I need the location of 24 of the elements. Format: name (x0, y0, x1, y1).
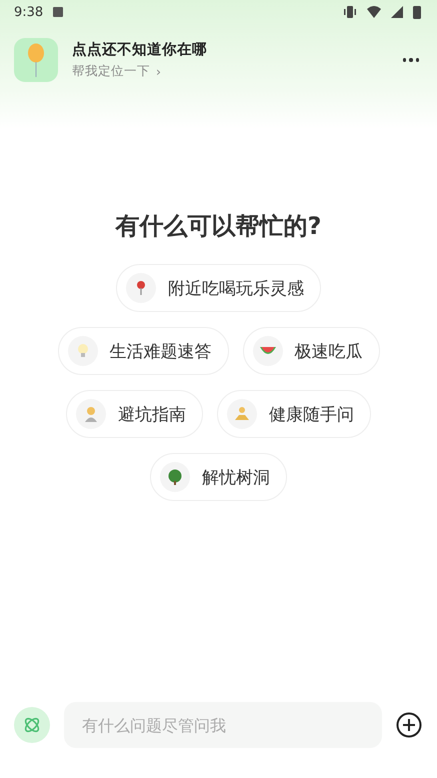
question-input[interactable]: 有什么问题尽管问我 (64, 702, 382, 748)
suggestion-chip[interactable]: 避坑指南 (66, 390, 203, 438)
lightbulb-icon (76, 343, 88, 359)
wifi-icon (367, 6, 381, 18)
suggestion-chip[interactable]: 解忧树洞 (150, 453, 287, 501)
add-icon[interactable] (396, 712, 422, 738)
person-icon (83, 406, 99, 422)
greeting-heading: 有什么可以帮忙的? (114, 211, 322, 242)
pin-icon (134, 280, 148, 296)
signal-icon (391, 6, 403, 18)
vibrate-icon (343, 6, 357, 18)
status-time: 9:38 (14, 4, 44, 20)
suggestion-chip[interactable]: 生活难题速答 (58, 327, 228, 375)
chevron-icon: › (156, 64, 161, 79)
meditation-icon (234, 406, 250, 422)
suggestion-chip[interactable]: 附近吃喝玩乐灵感 (116, 264, 321, 312)
location-title: 点点还不知道你在哪 (72, 40, 208, 59)
balloon-logo (14, 38, 58, 82)
keyboard-icon (53, 7, 64, 17)
tree-icon (167, 469, 183, 485)
suggestion-chip[interactable]: 极速吃瓜 (242, 327, 380, 375)
suggestion-chip[interactable]: 健康随手问 (217, 390, 371, 438)
watermelon-icon (258, 345, 276, 357)
battery-icon (413, 6, 421, 18)
